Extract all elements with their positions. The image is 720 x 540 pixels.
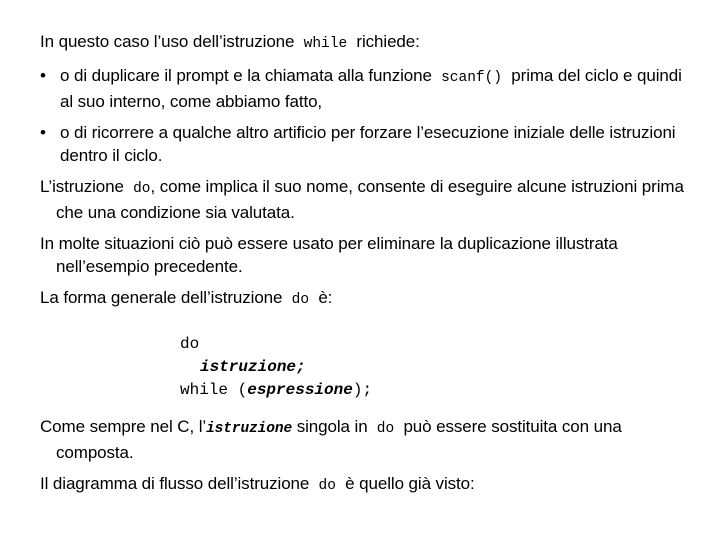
paragraph-flowchart-note: Il diagramma di flusso dell’istruzione d…	[40, 472, 692, 498]
closing-text-lead: Il diagramma di flusso dell’istruzione	[40, 474, 310, 493]
list-item: • o di duplicare il prompt e la chiamata …	[40, 64, 692, 113]
bullet-marker-icon: •	[40, 66, 46, 85]
code-block-do-while: do istruzione; while (espressione);	[40, 333, 692, 402]
closing-text-lead: Come sempre nel C, l’	[40, 417, 207, 436]
inline-code-while: while	[303, 36, 348, 52]
code-placeholder-espressione: espressione	[247, 381, 353, 399]
list-item-text-lead: o di duplicare il prompt e la chiamata a…	[60, 66, 432, 85]
closing-text-tail: è quello già visto:	[345, 474, 475, 493]
intro-text-lead: In questo caso l’uso dell’istruzione	[40, 32, 295, 51]
paragraph-compound-statement: Come sempre nel C, l’istruzione singola …	[40, 415, 692, 464]
inline-code-do: do	[291, 292, 310, 308]
inline-code-istruzione: istruzione	[206, 421, 293, 437]
code-keyword-while: while (	[180, 381, 248, 399]
paragraph-duplication: In molte situazioni ciò può essere usato…	[40, 232, 692, 278]
paragraph-general-form: La forma generale dell’istruzione do è:	[40, 286, 692, 312]
list-item-text-lead: o di ricorrere a qualche altro artificio…	[60, 123, 676, 165]
paragraph-text-lead: L’istruzione	[40, 177, 124, 196]
code-keyword-do: do	[180, 335, 200, 353]
inline-code-scanf: scanf()	[441, 70, 503, 86]
paragraph-text-lead: In molte situazioni ciò può essere usato…	[40, 234, 618, 276]
paragraph-text-tail: , come implica il suo nome, consente di …	[56, 177, 684, 222]
list-item: • o di ricorrere a qualche altro artifici…	[40, 121, 692, 167]
slide-canvas: In questo caso l’uso dell’istruzione whi…	[0, 0, 720, 540]
code-placeholder-istruzione: istruzione;	[200, 358, 306, 376]
intro-paragraph: In questo caso l’uso dell’istruzione whi…	[24, 30, 692, 56]
inline-code-do: do	[133, 181, 151, 197]
closing-text-mid: singola in	[296, 417, 368, 436]
inline-code-do: do	[318, 478, 336, 494]
code-keyword-close: );	[352, 381, 373, 399]
paragraph-do-intro: L’istruzione do, come implica il suo nom…	[40, 175, 692, 224]
paragraph-text-tail: è:	[318, 288, 333, 307]
paragraph-text-lead: La forma generale dell’istruzione	[40, 288, 283, 307]
intro-text-tail: richiede:	[356, 32, 420, 51]
inline-code-do: do	[376, 421, 395, 437]
bullet-marker-icon: •	[40, 123, 46, 142]
